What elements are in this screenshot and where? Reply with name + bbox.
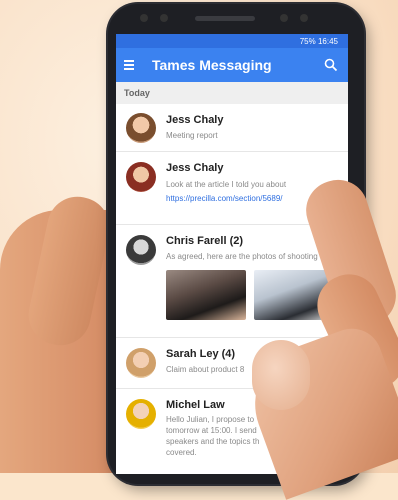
message-preview-line: Hello Julian, I propose to [166,415,255,424]
status-bar: 75% 16:45 [116,34,348,48]
message-item[interactable]: Jess Chaly Meeting report [116,104,348,152]
message-sender: Jess Chaly [166,162,224,174]
message-preview: Look at the article I told you about [166,180,287,189]
avatar [126,162,156,192]
app-bar: Tames Messaging [116,48,348,82]
message-preview: Claim about product 8 [166,365,245,374]
right-thumb-tip [252,340,310,410]
message-preview: Meeting report [166,131,218,140]
message-preview-line: speakers and the topics th [166,437,260,446]
avatar [126,113,156,143]
message-preview-line: covered. [166,448,197,457]
phone-top-sensors [130,12,340,26]
message-preview-line: tomorrow at 15:00. I send [166,426,257,435]
message-sender: Jess Chaly [166,114,224,126]
menu-icon[interactable] [124,59,138,71]
section-header-today: Today [116,82,348,104]
message-item[interactable]: Chris Farell (2) As agreed, here are the… [116,225,348,338]
message-sender: Sarah Ley (4) [166,348,236,360]
message-link[interactable]: https://precilla.com/section/5689/ [166,194,283,203]
avatar [126,235,156,265]
message-sender: Michel Law [166,399,225,411]
message-preview: As agreed, here are the photos of shooti… [166,252,318,261]
search-icon[interactable] [324,58,338,72]
app-title: Tames Messaging [152,57,272,73]
status-text: 75% 16:45 [299,36,338,46]
photo-thumbnail[interactable] [166,270,246,320]
avatar [126,348,156,378]
avatar [126,399,156,429]
message-sender: Chris Farell (2) [166,235,244,247]
